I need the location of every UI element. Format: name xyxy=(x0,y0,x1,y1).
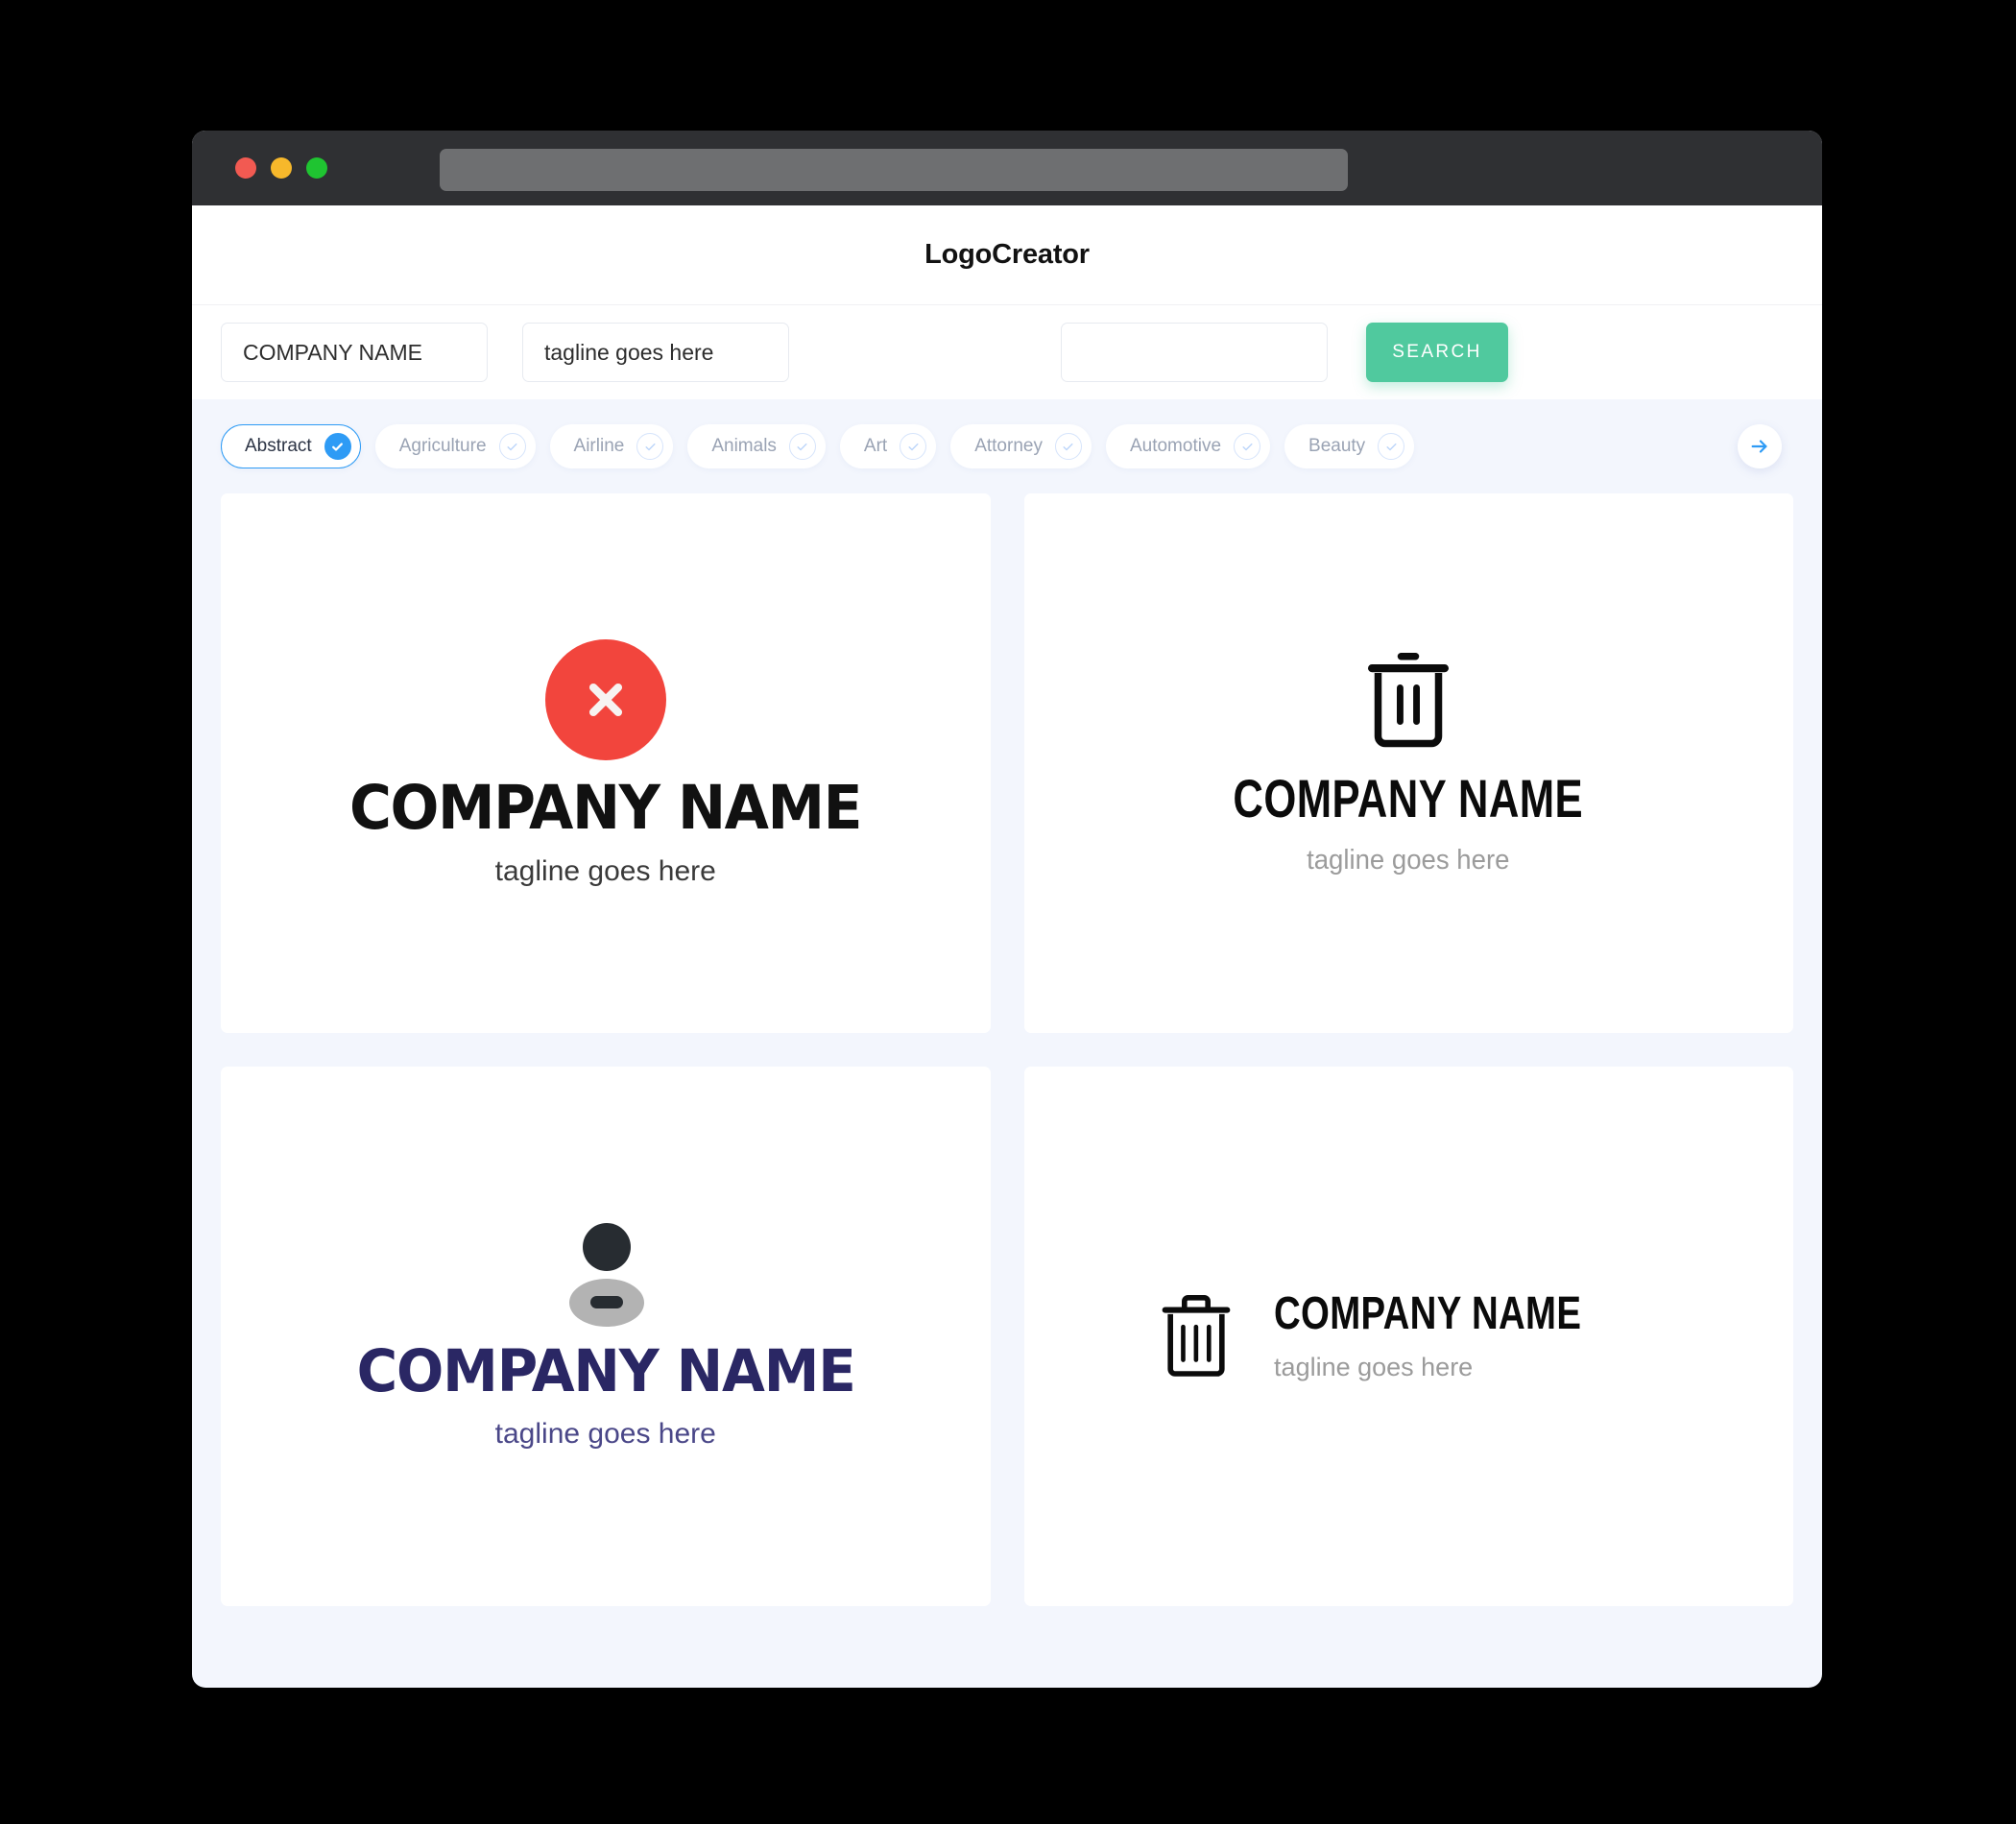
logo-preview: COMPANY NAME tagline goes here xyxy=(336,638,875,888)
category-filter-bar: Abstract Agriculture Airline Animals Art… xyxy=(192,399,1822,493)
logo-preview: COMPANY NAME tagline goes here xyxy=(344,1222,868,1451)
keyword-input[interactable] xyxy=(1061,323,1328,382)
logo-tagline: tagline goes here xyxy=(1274,1352,1474,1381)
minimize-window-button[interactable] xyxy=(271,157,292,179)
logo-results-grid: COMPANY NAME tagline goes here COMPANY N… xyxy=(192,493,1822,1635)
screen-backdrop: LogoCreator SEARCH Abstract Agriculture xyxy=(0,0,2016,1824)
browser-window: LogoCreator SEARCH Abstract Agriculture xyxy=(192,131,1822,1688)
company-name-input[interactable] xyxy=(221,323,488,382)
logo-text-block: COMPANY NAME tagline goes here xyxy=(1274,1287,1658,1382)
category-chip-attorney[interactable]: Attorney xyxy=(950,424,1092,468)
logo-company-name: COMPANY NAME xyxy=(349,772,862,843)
trash-can-icon xyxy=(1368,653,1450,748)
arrow-right-icon xyxy=(1751,440,1767,453)
check-circle-icon xyxy=(1378,433,1405,460)
logo-company-name: COMPANY NAME xyxy=(1233,768,1584,828)
check-circle-icon xyxy=(324,433,351,460)
search-toolbar: SEARCH xyxy=(192,304,1822,399)
category-chip-airline[interactable]: Airline xyxy=(549,424,674,468)
traffic-light-group xyxy=(235,157,327,179)
category-chip-label: Animals xyxy=(711,436,777,456)
category-chip-label: Abstract xyxy=(245,436,312,456)
avatar-dash-shape xyxy=(589,1295,623,1308)
logo-tagline: tagline goes here xyxy=(494,854,716,887)
logo-card[interactable]: COMPANY NAME tagline goes here xyxy=(1023,1067,1793,1606)
tagline-input[interactable] xyxy=(522,323,789,382)
page-title: LogoCreator xyxy=(924,239,1090,270)
logo-preview: COMPANY NAME tagline goes here xyxy=(1159,1287,1658,1382)
logo-tagline: tagline goes here xyxy=(1307,845,1510,876)
category-chip-label: Automotive xyxy=(1129,436,1222,456)
logo-company-name: COMPANY NAME xyxy=(356,1336,855,1405)
trash-can-icon xyxy=(1162,1294,1231,1377)
category-chip-label: Art xyxy=(863,436,888,456)
logo-preview: COMPANY NAME tagline goes here xyxy=(1184,650,1633,876)
logo-tagline: tagline goes here xyxy=(494,1417,716,1450)
check-circle-icon xyxy=(1054,433,1082,460)
check-circle-icon xyxy=(636,433,664,460)
category-chip-beauty[interactable]: Beauty xyxy=(1284,424,1415,468)
check-circle-icon xyxy=(900,433,927,460)
category-chip-automotive[interactable]: Automotive xyxy=(1105,424,1271,468)
browser-address-bar[interactable] xyxy=(440,149,1348,191)
avatar-head-shape xyxy=(582,1222,631,1271)
browser-titlebar xyxy=(192,131,1822,205)
category-chip-art[interactable]: Art xyxy=(839,424,937,468)
logo-card[interactable]: COMPANY NAME tagline goes here xyxy=(221,493,991,1033)
category-chip-label: Beauty xyxy=(1308,436,1366,456)
logo-card[interactable]: COMPANY NAME tagline goes here xyxy=(221,1067,991,1606)
circle-x-icon xyxy=(544,638,666,760)
search-button[interactable]: SEARCH xyxy=(1366,323,1508,382)
category-chip-label: Airline xyxy=(573,436,625,456)
category-chip-label: Agriculture xyxy=(398,436,487,456)
categories-next-button[interactable] xyxy=(1738,424,1782,468)
category-chip-abstract[interactable]: Abstract xyxy=(221,424,361,468)
app-header: LogoCreator xyxy=(192,205,1822,304)
check-circle-icon xyxy=(498,433,526,460)
person-avatar-icon xyxy=(560,1222,652,1327)
category-chip-agriculture[interactable]: Agriculture xyxy=(374,424,536,468)
category-chip-animals[interactable]: Animals xyxy=(687,424,826,468)
logo-card[interactable]: COMPANY NAME tagline goes here xyxy=(1023,493,1793,1033)
logo-company-name: COMPANY NAME xyxy=(1274,1287,1582,1339)
maximize-window-button[interactable] xyxy=(306,157,327,179)
check-circle-icon xyxy=(788,433,816,460)
check-circle-icon xyxy=(1234,433,1261,460)
category-chip-label: Attorney xyxy=(974,436,1043,456)
close-window-button[interactable] xyxy=(235,157,256,179)
